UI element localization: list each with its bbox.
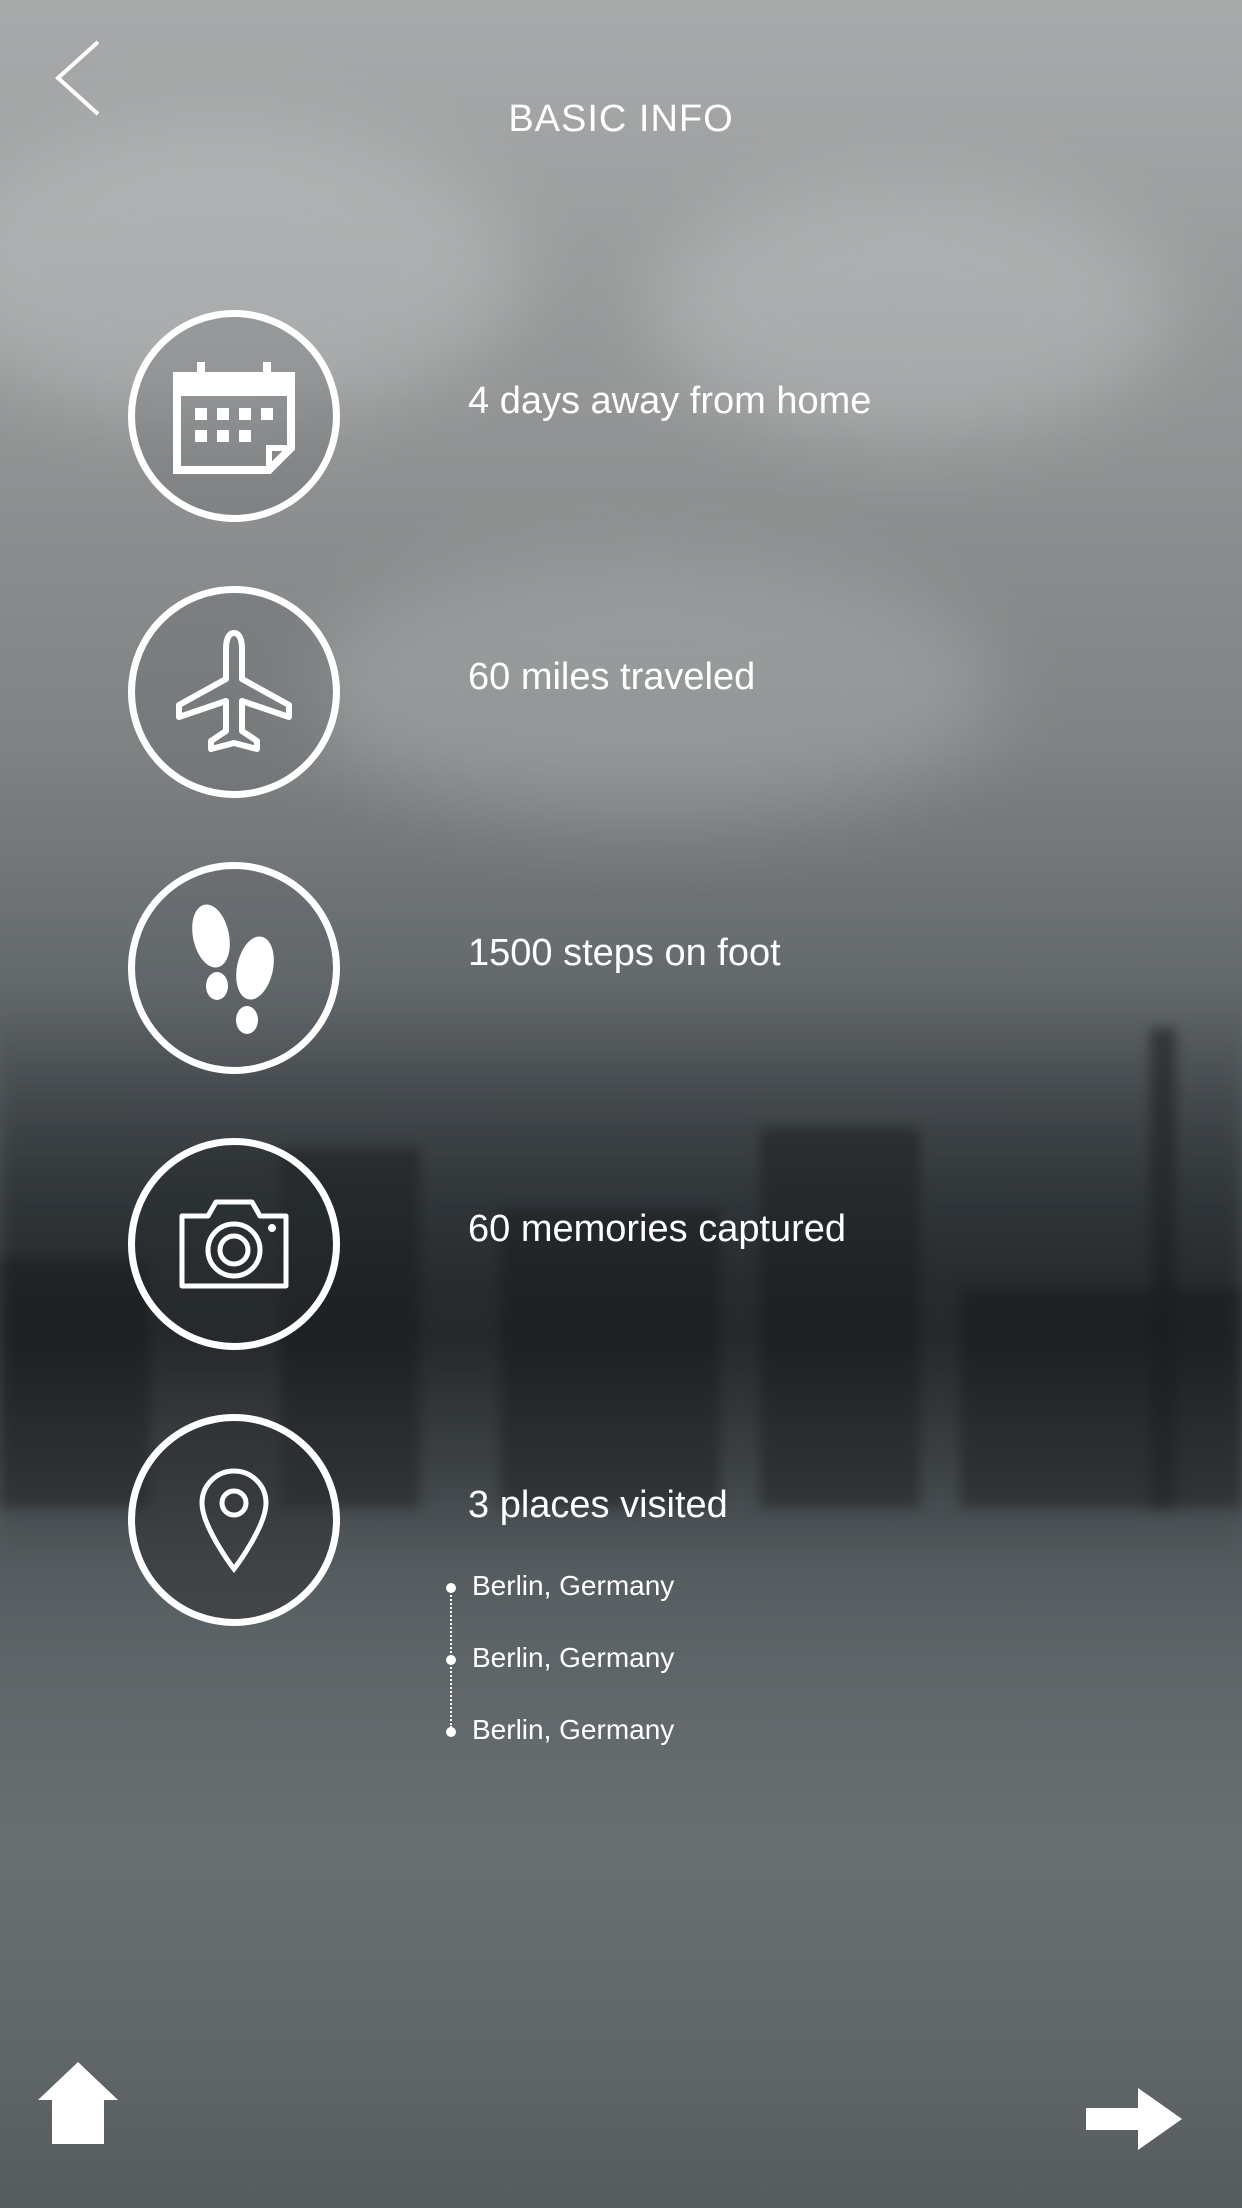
stat-circle — [128, 862, 340, 1074]
next-button[interactable] — [1086, 2088, 1182, 2150]
list-item: Berlin, Germany — [446, 1570, 674, 1642]
stat-text: 4 days away from home — [468, 380, 872, 422]
footprints-icon — [192, 904, 274, 1034]
stat-row-steps: 1500 steps on foot — [128, 862, 1128, 1074]
stat-text: 60 miles traveled — [468, 656, 756, 698]
airplane-icon — [176, 630, 292, 752]
map-pin-icon — [199, 1468, 269, 1574]
stat-circle — [128, 310, 340, 522]
stat-row-memories: 60 memories captured — [128, 1138, 1128, 1350]
stat-text: 60 memories captured — [468, 1208, 847, 1250]
page-title: BASIC INFO — [508, 98, 734, 140]
stat-circle — [128, 1138, 340, 1350]
arrow-right-icon — [1086, 2088, 1182, 2150]
place-name: Berlin, Germany — [472, 1570, 675, 1601]
home-icon — [38, 2062, 118, 2144]
stat-circle — [128, 1414, 340, 1626]
stat-row-days: 4 days away from home — [128, 310, 1128, 522]
stat-row-miles: 60 miles traveled — [128, 586, 1128, 798]
timeline-dot — [446, 1583, 456, 1593]
stat-text: 1500 steps on foot — [468, 932, 781, 974]
stat-circle — [128, 586, 340, 798]
stat-text: 3 places visited — [468, 1484, 728, 1526]
home-button[interactable] — [36, 2060, 120, 2146]
timeline-dot — [446, 1655, 456, 1665]
places-list: Berlin, Germany Berlin, Germany Berlin, … — [446, 1570, 674, 1786]
place-name: Berlin, Germany — [472, 1642, 675, 1673]
list-item: Berlin, Germany — [446, 1714, 674, 1786]
calendar-icon — [173, 362, 295, 474]
timeline-dot — [446, 1727, 456, 1737]
list-item: Berlin, Germany — [446, 1642, 674, 1714]
place-name: Berlin, Germany — [472, 1714, 675, 1745]
camera-icon — [179, 1199, 289, 1289]
